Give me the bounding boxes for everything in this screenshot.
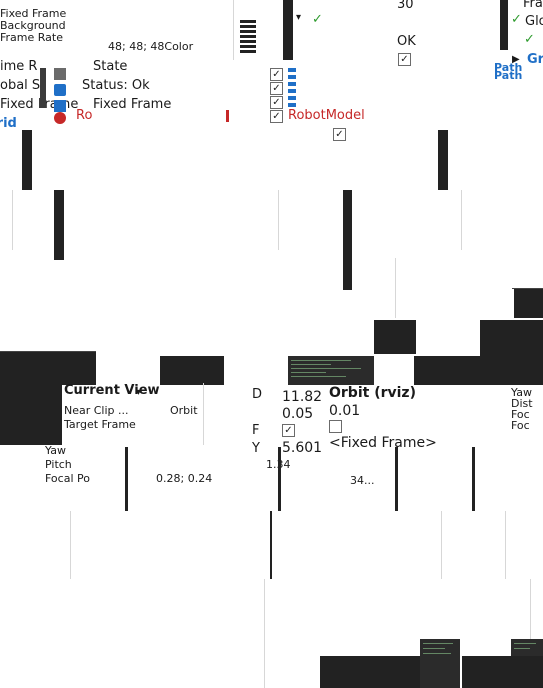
row-frame-rate-fragment: Frame Rate bbox=[0, 31, 63, 44]
right-list-item-fra[interactable]: Fra bbox=[523, 0, 543, 11]
global-status-label-fragment: obal S bbox=[0, 78, 41, 93]
target-frame-value[interactable]: <Fixed Frame> bbox=[329, 435, 437, 451]
view-row-near-clip: Near Clip ... bbox=[64, 404, 129, 417]
right-list-item-path-2[interactable]: Path bbox=[494, 70, 522, 82]
lower-divider-3 bbox=[441, 511, 442, 579]
path-blue-icon bbox=[288, 68, 296, 108]
render-area[interactable] bbox=[0, 130, 543, 385]
view-dark-strip bbox=[125, 447, 128, 511]
value-dark-strip-2 bbox=[395, 447, 398, 511]
distance-value[interactable]: 11.82 bbox=[282, 389, 322, 405]
orbit-checkbox[interactable] bbox=[329, 420, 342, 433]
divider-2 bbox=[278, 190, 279, 250]
error-bar bbox=[226, 110, 229, 122]
view-dark-left bbox=[0, 383, 62, 445]
lower-divider-5 bbox=[264, 579, 265, 688]
lower-divider-1 bbox=[70, 511, 71, 579]
status-ok-value: OK bbox=[397, 34, 416, 49]
frame-rate-value[interactable]: 30 bbox=[397, 0, 414, 12]
right-list-item-gri[interactable]: Gri bbox=[527, 52, 543, 67]
yaw-value[interactable]: 5.601 bbox=[282, 440, 322, 456]
yaw-label: Yaw bbox=[45, 444, 66, 457]
value-dark-strip bbox=[278, 447, 281, 511]
glitch-bar-2 bbox=[54, 190, 64, 260]
dark-strip-right bbox=[500, 0, 508, 50]
view-title: Current View bbox=[64, 383, 160, 398]
check-icon: ✓ bbox=[312, 12, 323, 27]
right-hline bbox=[512, 288, 543, 289]
dark-strip-top bbox=[283, 0, 293, 60]
focal-fixed-checkbox[interactable]: ✓ bbox=[282, 424, 295, 437]
bottom-block-1 bbox=[320, 656, 420, 688]
display-checkbox-2[interactable]: ✓ bbox=[270, 82, 283, 95]
focal-size-label: F bbox=[252, 423, 260, 438]
dark-block-right bbox=[514, 288, 543, 318]
state-icon bbox=[54, 68, 66, 80]
chevron-down-icon[interactable]: ▾ bbox=[296, 10, 301, 25]
status-label: Status: Ok bbox=[82, 78, 150, 93]
color-swatch bbox=[240, 20, 256, 54]
dark-band-5 bbox=[414, 356, 480, 385]
glitch-bar-3 bbox=[343, 190, 352, 290]
band-line-1 bbox=[0, 351, 96, 352]
terminal-preview bbox=[288, 356, 374, 385]
value-dark-strip-3 bbox=[472, 447, 475, 511]
near-clip-value[interactable]: 0.01 bbox=[329, 403, 360, 419]
orbit-title: Orbit (rviz) bbox=[329, 385, 416, 401]
distance-label: D bbox=[252, 387, 263, 402]
dark-band-4 bbox=[480, 320, 543, 385]
bottom-terminal-1 bbox=[420, 639, 460, 688]
dark-band-2 bbox=[160, 356, 224, 385]
display-checkbox-1[interactable]: ✓ bbox=[270, 68, 283, 81]
fixed-frame-label: Fixed Frame bbox=[93, 97, 172, 112]
robot-model-short-label[interactable]: Ro bbox=[76, 108, 92, 123]
glitch-bar-4 bbox=[438, 130, 448, 190]
fixed-frame-icon bbox=[54, 100, 66, 112]
right-list-check-1: ✓ bbox=[511, 12, 522, 27]
pitch-label: Pitch bbox=[45, 458, 72, 471]
top-panel: Fixed Frame Background Frame Rate 48; 48… bbox=[0, 0, 543, 141]
view-type-fragment: Orbit bbox=[170, 404, 198, 417]
focal-size-value[interactable]: 0.05 bbox=[282, 406, 313, 422]
yaw-short-label: Y bbox=[252, 441, 260, 456]
view-row-target-frame: Target Frame bbox=[64, 418, 136, 431]
robot-model-label[interactable]: RobotModel bbox=[288, 108, 365, 123]
bottom-terminal-2 bbox=[511, 639, 543, 656]
grid-label-fragment[interactable]: Grid bbox=[0, 116, 17, 131]
dark-band-left bbox=[0, 352, 96, 385]
view-panel: Current View ▾ Near Clip ... Target Fram… bbox=[0, 383, 543, 688]
display-checkbox-4[interactable]: ✓ bbox=[270, 110, 283, 123]
robot-model-error-icon bbox=[54, 112, 66, 124]
focal-point-value[interactable]: 0.28; 0.24 bbox=[156, 473, 212, 485]
column-divider bbox=[233, 0, 234, 60]
lower-divider-2 bbox=[270, 511, 272, 579]
focal-point-label: Focal Po bbox=[45, 472, 90, 485]
divider-3 bbox=[395, 258, 396, 318]
state-label: State bbox=[93, 59, 128, 74]
display-checkbox-3[interactable]: ✓ bbox=[270, 96, 283, 109]
right-list-check-2: ✓ bbox=[524, 32, 535, 47]
frame-rate-label-fragment: ime R bbox=[0, 59, 38, 74]
right-column-fragments: Yaw Dist Foc Foc bbox=[511, 386, 533, 432]
bottom-block-2 bbox=[462, 656, 543, 688]
status-ok-icon bbox=[54, 84, 66, 96]
divider-1 bbox=[12, 190, 13, 250]
dark-band-3 bbox=[374, 320, 416, 354]
glitch-bar-1 bbox=[22, 130, 32, 190]
view-chevron-icon[interactable]: ▾ bbox=[136, 385, 141, 400]
lower-divider-4 bbox=[505, 511, 506, 579]
view-divider bbox=[203, 383, 204, 445]
divider-4 bbox=[461, 190, 462, 250]
global-status-checkbox[interactable]: ✓ bbox=[398, 53, 411, 66]
background-color-values: 48; 48; 48Color bbox=[108, 40, 194, 53]
right-list-item-glo[interactable]: Glo bbox=[525, 14, 543, 29]
right-values-fragment: 34... bbox=[350, 474, 375, 487]
expand-arrow-icon[interactable] bbox=[40, 68, 46, 108]
